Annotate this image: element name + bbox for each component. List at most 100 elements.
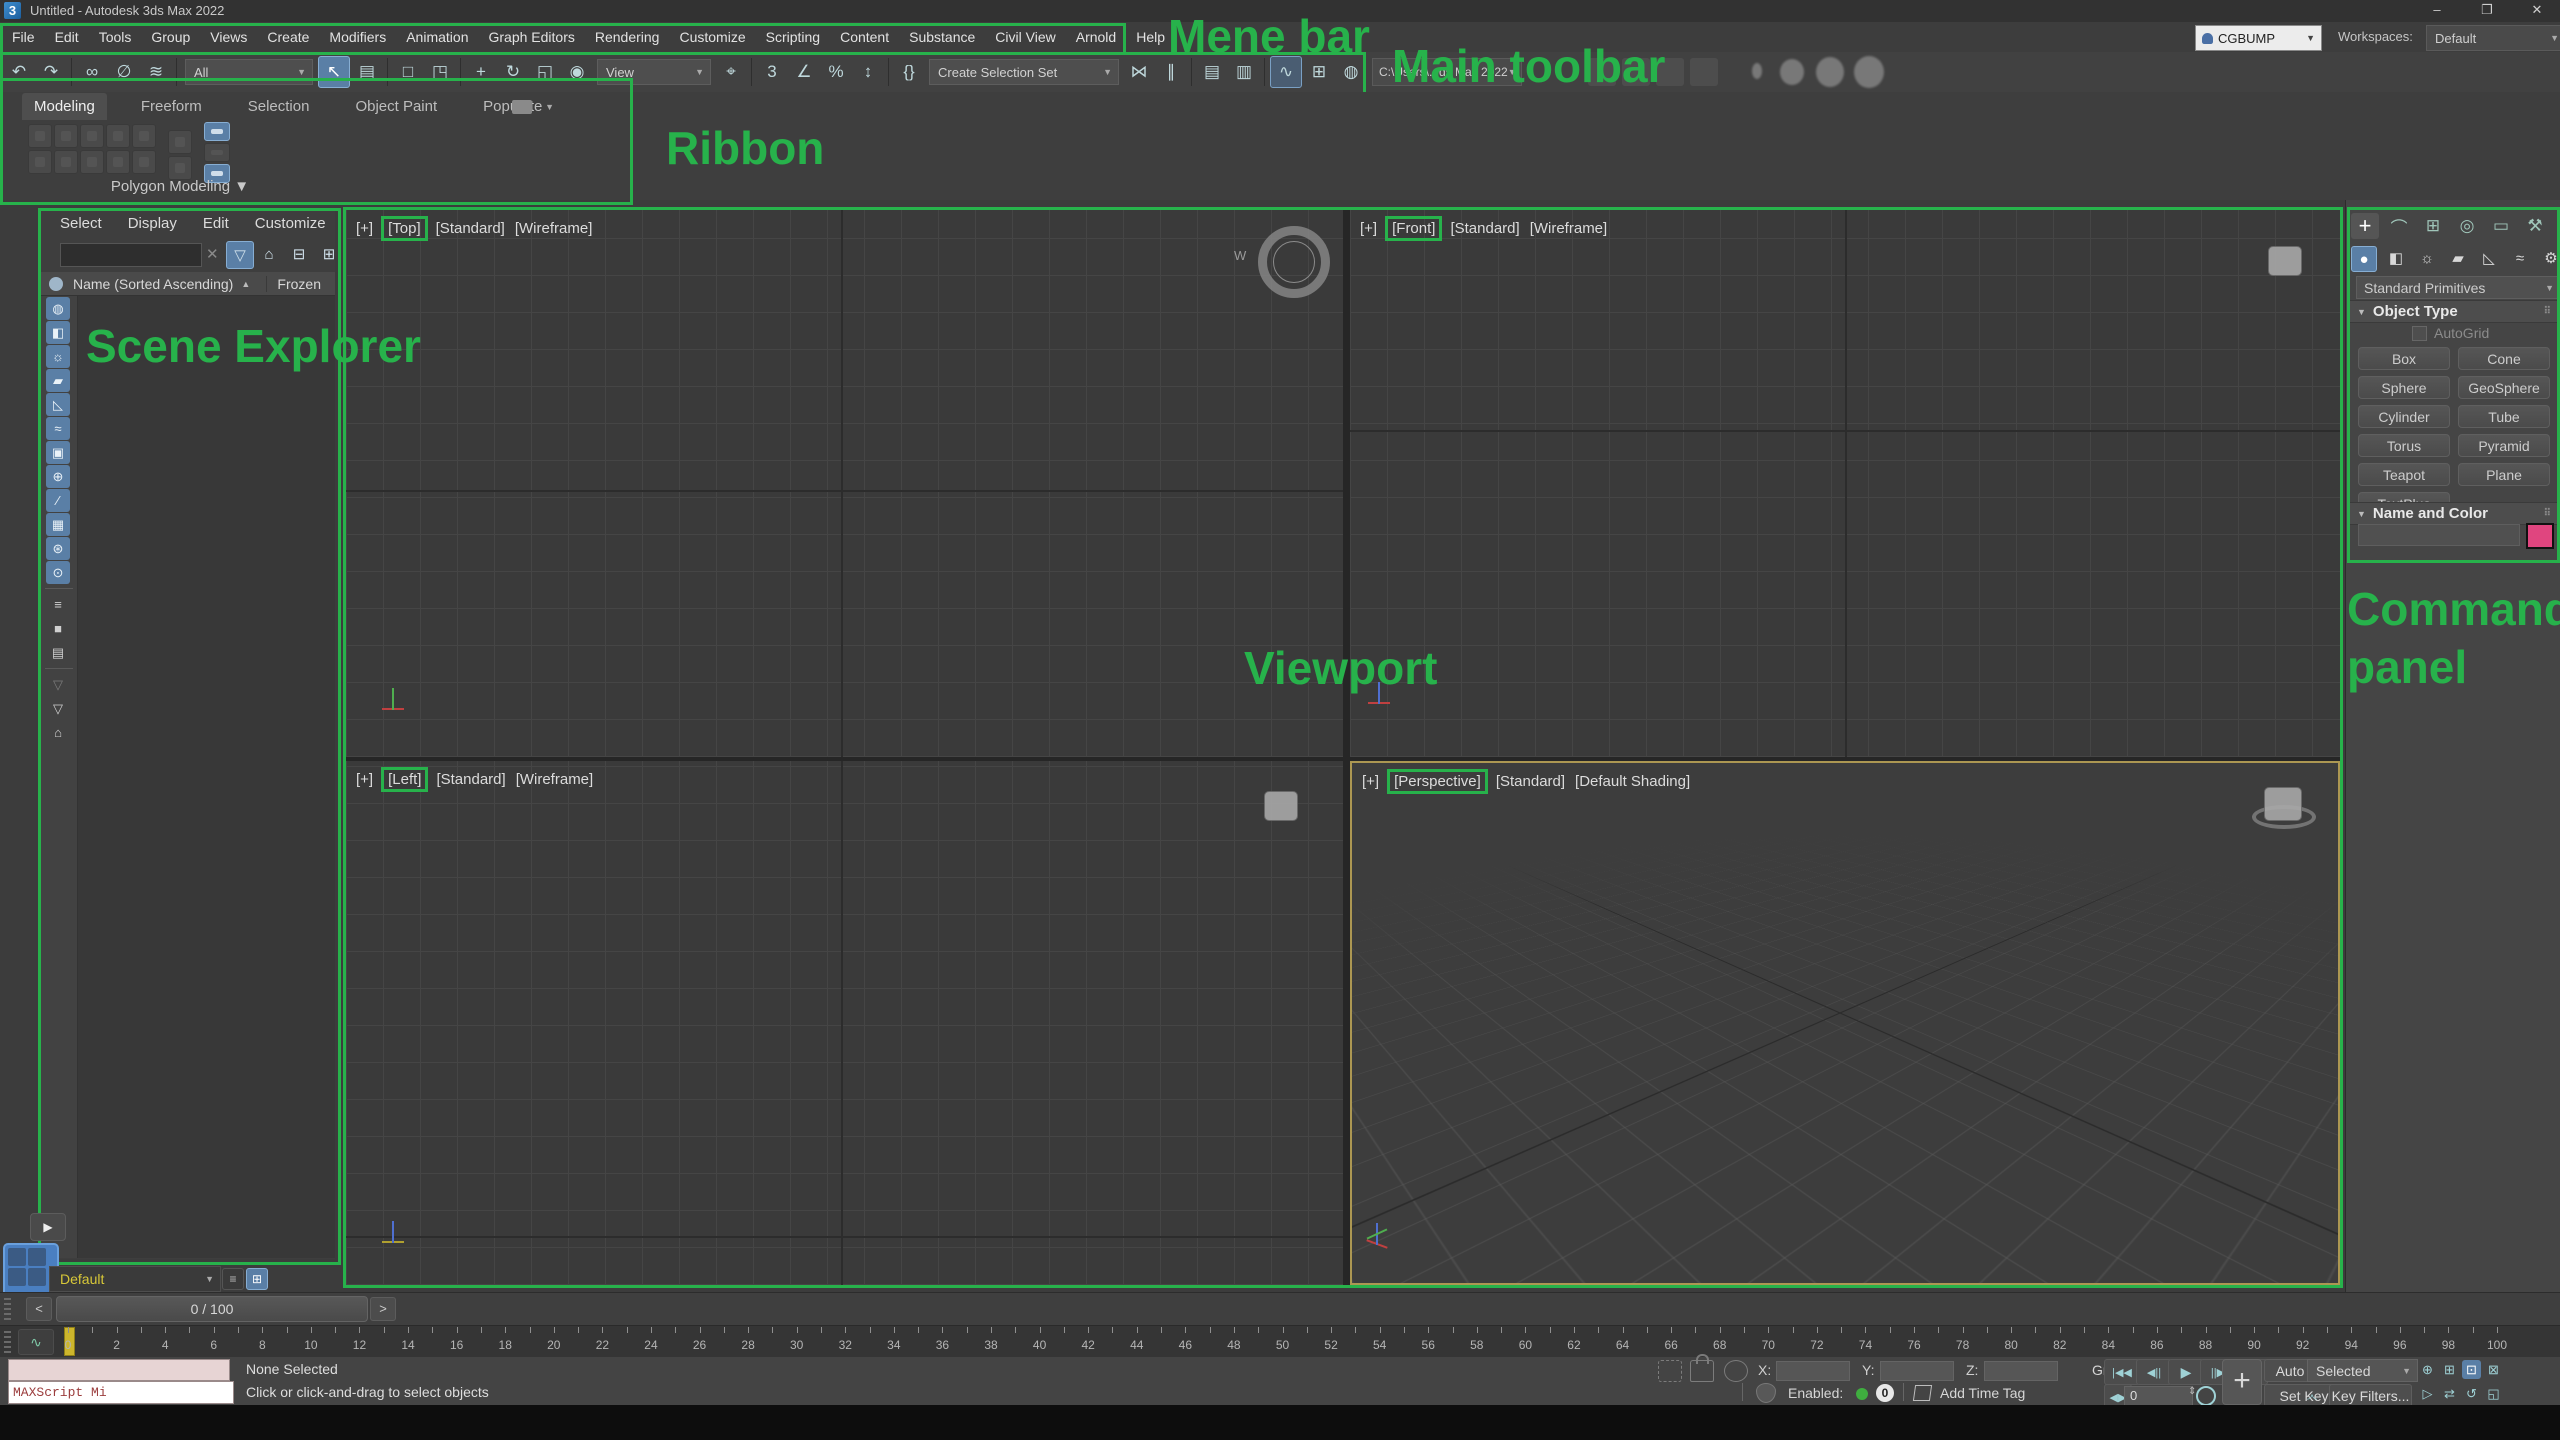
collapse-tree-icon[interactable]: ⊞ (316, 241, 342, 267)
primitive-pyramid-button[interactable]: Pyramid (2458, 434, 2550, 457)
previous-frame-button[interactable]: ◀|| (2136, 1359, 2172, 1385)
object-name-input[interactable] (2358, 524, 2520, 546)
tab-object-paint[interactable]: Object Paint (343, 93, 449, 120)
se-menu-select[interactable]: Select (60, 215, 102, 232)
mirror-icon[interactable]: ⋈ (1124, 57, 1154, 87)
current-frame-field[interactable]: 0 (2124, 1386, 2193, 1406)
maxscript-mini-listener-input[interactable]: MAXScript Mi (8, 1381, 234, 1404)
zoom-all-icon[interactable]: ⊞ (2440, 1360, 2459, 1379)
tab-modeling[interactable]: Modeling (22, 93, 107, 120)
window-crossing-icon[interactable]: ◳ (425, 57, 455, 87)
container-filter-icon[interactable]: ⌂ (46, 721, 70, 744)
viewport-menu[interactable]: [+] (354, 219, 375, 238)
menu-edit[interactable]: Edit (45, 29, 89, 45)
viewport-name[interactable]: [Top] (381, 216, 428, 241)
category-lights[interactable]: ☼ (2415, 246, 2439, 270)
display-cameras-icon[interactable]: ▰ (46, 369, 70, 392)
filter-combination-icon[interactable]: ▽ (46, 673, 70, 696)
se-menu-display[interactable]: Display (128, 215, 177, 232)
drag-handle[interactable] (4, 1329, 11, 1353)
named-selection-set-dropdown[interactable]: Create Selection Set▼ (929, 59, 1119, 85)
scene-explorer-search-input[interactable] (60, 243, 202, 267)
primitive-cone-button[interactable]: Cone (2458, 347, 2550, 370)
display-geometry-icon[interactable]: ◍ (46, 297, 70, 320)
viewport-menu[interactable]: [+] (354, 770, 375, 789)
menu-scripting[interactable]: Scripting (756, 29, 830, 45)
constraint-button[interactable] (204, 143, 230, 162)
selection-lock-icon[interactable] (1690, 1360, 1714, 1382)
selection-filter-dropdown[interactable]: All▼ (185, 59, 313, 85)
menu-create[interactable]: Create (257, 29, 319, 45)
z-coordinate-field[interactable] (1984, 1361, 2058, 1381)
x-coordinate-field[interactable] (1776, 1361, 1850, 1381)
poly-tool-button[interactable] (54, 124, 78, 148)
scene-explorer-list[interactable] (78, 296, 335, 1258)
poly-tool-button[interactable] (80, 124, 104, 148)
name-and-color-rollout[interactable]: ▼ Name and Color ⠿ (2349, 502, 2559, 525)
menu-graph-editors[interactable]: Graph Editors (478, 29, 584, 45)
select-and-link-icon[interactable]: ∞ (77, 57, 107, 87)
poly-tool-button[interactable] (54, 150, 78, 174)
grow-shrink-button[interactable] (168, 130, 192, 154)
selection-set-dropdown[interactable]: Selected ▼ (2307, 1359, 2418, 1382)
add-time-tag[interactable]: Add Time Tag (1940, 1385, 2025, 1401)
play-button[interactable]: ▶ (2168, 1359, 2204, 1385)
selection-preset-dropdown[interactable]: Default ▼ (49, 1266, 221, 1292)
viewport-shading[interactable]: [Default Shading] (1573, 772, 1692, 791)
poly-tool-button[interactable] (132, 124, 156, 148)
notification-badge[interactable]: 0 (1876, 1384, 1894, 1402)
primitive-torus-button[interactable]: Torus (2358, 434, 2450, 457)
menu-rendering[interactable]: Rendering (585, 29, 670, 45)
viewport-shading[interactable]: [Wireframe] (513, 219, 595, 238)
display-dependents-icon[interactable]: ■ (46, 617, 70, 640)
viewport-menu[interactable]: [+] (1360, 772, 1381, 791)
name-column-header[interactable]: Name (Sorted Ascending) (73, 276, 233, 292)
set-keys-button[interactable]: + (2222, 1359, 2262, 1405)
display-hidden-icon[interactable]: ⊙ (46, 561, 70, 584)
primitive-sphere-button[interactable]: Sphere (2358, 376, 2450, 399)
menu-modifiers[interactable]: Modifiers (319, 29, 396, 45)
menu-content[interactable]: Content (830, 29, 899, 45)
time-slider[interactable]: 0 / 100 (56, 1296, 368, 1322)
viewcube[interactable] (1264, 791, 1298, 821)
time-configuration-icon[interactable] (2196, 1386, 2216, 1406)
poly-tool-button[interactable] (106, 150, 130, 174)
poly-tool-button[interactable] (28, 124, 52, 148)
unlink-selection-icon[interactable]: ∅ (109, 57, 139, 87)
viewport-perspective[interactable]: [+] [Perspective] [Standard] [Default Sh… (1350, 761, 2340, 1285)
viewport-left[interactable]: [+] [Left] [Standard] [Wireframe] (346, 761, 1343, 1285)
use-pivot-center-icon[interactable]: ⌖ (716, 57, 746, 87)
menu-group[interactable]: Group (141, 29, 200, 45)
angle-snap-icon[interactable]: ∠ (789, 57, 819, 87)
ribbon-config-dropdown[interactable]: ▼ (512, 97, 560, 117)
tab-utilities[interactable]: ⚒ (2521, 213, 2549, 239)
display-bones-icon[interactable]: ∕ (46, 489, 70, 512)
zoom-icon[interactable]: ⊕ (2418, 1360, 2437, 1379)
viewcube[interactable] (1258, 226, 1330, 298)
display-influences-icon[interactable]: ≡ (46, 593, 70, 616)
select-and-scale-icon[interactable]: ◱ (530, 57, 560, 87)
rectangular-selection-region-icon[interactable]: □ (393, 57, 423, 87)
filter-funnel-icon[interactable]: ▽ (226, 241, 254, 269)
viewport-style[interactable]: [Standard] (1494, 772, 1567, 791)
isolate-selection-icon[interactable] (1658, 1360, 1682, 1382)
minimize-button[interactable]: – (2420, 0, 2454, 20)
display-frozen-icon[interactable]: ⊛ (46, 537, 70, 560)
constraint-button[interactable] (204, 122, 230, 141)
display-particle-systems-icon[interactable]: ▦ (46, 513, 70, 536)
workspace-dropdown[interactable]: Default ▼ (2426, 25, 2560, 51)
bind-to-space-warp-icon[interactable]: ≋ (141, 57, 171, 87)
viewport-style[interactable]: [Standard] (434, 770, 507, 789)
spinner-snap-icon[interactable]: ↕ (853, 57, 883, 87)
key-filters-button[interactable]: Key Filters... (2329, 1384, 2412, 1407)
menu-tools[interactable]: Tools (89, 29, 142, 45)
key-tangent-icon[interactable]: ◞◟ (2307, 1386, 2317, 1402)
tab-modify[interactable]: ⌒ (2385, 213, 2413, 239)
menu-animation[interactable]: Animation (396, 29, 478, 45)
grow-shrink-button[interactable] (168, 156, 192, 180)
viewcube[interactable] (2264, 787, 2302, 821)
previous-frame-button[interactable]: < (26, 1297, 52, 1321)
viewport-shading[interactable]: [Wireframe] (514, 770, 596, 789)
viewport-front[interactable]: [+] [Front] [Standard] [Wireframe] (1350, 210, 2340, 757)
drag-handle[interactable] (4, 1296, 11, 1320)
